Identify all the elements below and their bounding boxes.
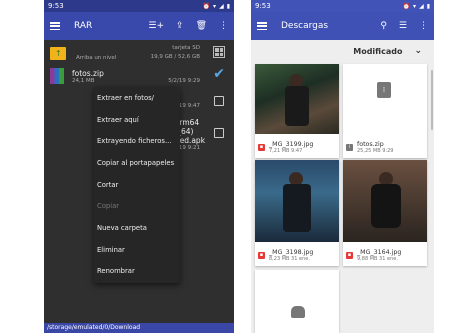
menu-icon[interactable]: [257, 22, 267, 30]
archive-thumbnail: ⁞: [343, 64, 427, 134]
grid-view-icon[interactable]: [213, 46, 225, 58]
zip-icon: ⁞: [377, 82, 391, 98]
file-meta: 9,88 MB 31 ene.: [357, 255, 398, 262]
menu-copy-to-clipboard[interactable]: Copiar al portapapeles: [94, 152, 180, 174]
current-path: /storage/emulated/0/Download: [44, 323, 234, 333]
battery-icon: ▮: [226, 2, 230, 10]
delete-icon[interactable]: 🗑: [196, 21, 207, 31]
downloads-app-screen: 9:53 ⏰ ▾ ◢ ▮ Descargas ⚲ ☰ ⋮ Modificado ⌄ ▪…: [251, 0, 434, 333]
checked-checkbox[interactable]: ✔: [213, 67, 225, 81]
folder-up-icon: ↑: [50, 46, 66, 60]
status-bar: 9:53 ⏰ ▾ ◢ ▮: [44, 0, 234, 12]
more-options-icon[interactable]: ⋮: [419, 21, 428, 31]
wifi-icon: ▾: [413, 2, 417, 10]
file-name: _MG_3198.jpg: [269, 248, 314, 256]
menu-new-folder[interactable]: Nueva carpeta: [94, 217, 180, 239]
app-title: RAR: [74, 21, 93, 31]
file-date: 5/2/19 9:29: [168, 78, 200, 84]
signal-icon: ◢: [419, 2, 424, 10]
file-card-mg-3164[interactable]: ▪ _MG_3164.jpg 9,88 MB 31 ene.: [343, 160, 427, 266]
rar-app-screen: 9:53 ⏰ ▾ ◢ ▮ RAR ☰+ ⇪ 🗑 ⋮ ↑ Arriba un nivel…: [44, 0, 234, 333]
menu-extract-to-folder[interactable]: Extraer en fotos/: [94, 87, 180, 109]
chevron-down-icon: ⌄: [414, 46, 422, 56]
app-toolbar: Descargas ⚲ ☰ ⋮: [251, 12, 434, 40]
parent-label: Arriba un nivel: [76, 55, 117, 61]
file-name: fotos.zip: [72, 68, 104, 78]
file-meta: 25,25 MB 9:29: [357, 147, 394, 154]
menu-copy-disabled: Copiar: [97, 202, 120, 211]
image-file-icon: ▪: [346, 251, 353, 259]
photo-thumbnail: [343, 160, 427, 242]
file-name: _MG_3199.jpg: [269, 140, 314, 148]
file-card-mg-3198[interactable]: ▪ _MG_3198.jpg 8,23 MB 31 ene.: [255, 160, 339, 266]
file-card-fotos-zip[interactable]: ⁞ ⁞ fotos.zip 25,25 MB 9:29: [343, 64, 427, 158]
checkbox[interactable]: [214, 128, 224, 138]
alarm-icon: ⏰: [202, 2, 211, 10]
more-options-icon[interactable]: ⋮: [219, 21, 228, 31]
wifi-icon: ▾: [213, 2, 217, 10]
sort-bar[interactable]: Modificado ⌄: [251, 40, 434, 62]
file-size: 24,1 MB: [72, 77, 95, 84]
status-time: 9:53: [255, 2, 271, 10]
file-row-fotos-zip[interactable]: fotos.zip 24,1 MB 5/2/19 9:29 ✔: [44, 64, 234, 88]
menu-delete[interactable]: Eliminar: [94, 239, 180, 261]
parent-folder-row[interactable]: ↑ Arriba un nivel tarjeta SD 19,9 GB / 5…: [44, 42, 234, 64]
context-menu: Extraer en fotos/ Extraer aquí Extrayend…: [94, 87, 180, 283]
file-meta: 7,21 MB 9:47: [269, 147, 303, 154]
app-toolbar: RAR ☰+ ⇪ 🗑 ⋮: [44, 12, 234, 40]
image-file-icon: ▪: [258, 143, 265, 151]
checkbox[interactable]: [214, 96, 224, 106]
status-time: 9:53: [48, 2, 64, 10]
scrollbar[interactable]: [431, 70, 433, 130]
photo-thumbnail: [255, 64, 339, 134]
alarm-icon: ⏰: [402, 2, 411, 10]
file-card-mg-3199[interactable]: ▪ _MG_3199.jpg 7,21 MB 9:47: [255, 64, 339, 158]
menu-rename[interactable]: Renombrar: [94, 261, 180, 283]
image-file-icon: ▪: [258, 251, 265, 259]
status-bar: 9:53 ⏰ ▾ ◢ ▮: [251, 0, 434, 12]
menu-extract-here[interactable]: Extraer aquí: [94, 109, 180, 131]
app-title: Descargas: [281, 21, 329, 31]
storage-size: 19,9 GB / 52,6 GB: [150, 54, 200, 60]
menu-cut[interactable]: Cortar: [94, 174, 180, 196]
storage-label: tarjeta SD: [172, 45, 200, 51]
photo-thumbnail: [255, 160, 339, 242]
android-icon: [291, 306, 305, 318]
battery-icon: ▮: [426, 2, 430, 10]
archive-file-icon: ⁞: [346, 143, 353, 151]
search-icon[interactable]: ⚲: [380, 21, 387, 31]
file-name: fotos.zip: [357, 140, 384, 148]
file-name: _MG_3164.jpg: [357, 248, 402, 256]
extract-icon[interactable]: ⇪: [176, 21, 184, 31]
sort-label: Modificado: [353, 46, 403, 56]
file-meta: 8,23 MB 31 ene.: [269, 255, 310, 262]
list-view-icon[interactable]: ☰: [399, 21, 407, 31]
menu-extract-files[interactable]: Extrayendo ficheros...: [94, 130, 180, 152]
rar-archive-icon: [50, 68, 64, 84]
menu-icon[interactable]: [50, 22, 60, 30]
add-to-archive-icon[interactable]: ☰+: [148, 21, 164, 31]
signal-icon: ◢: [219, 2, 224, 10]
file-card-apk[interactable]: [255, 270, 339, 333]
